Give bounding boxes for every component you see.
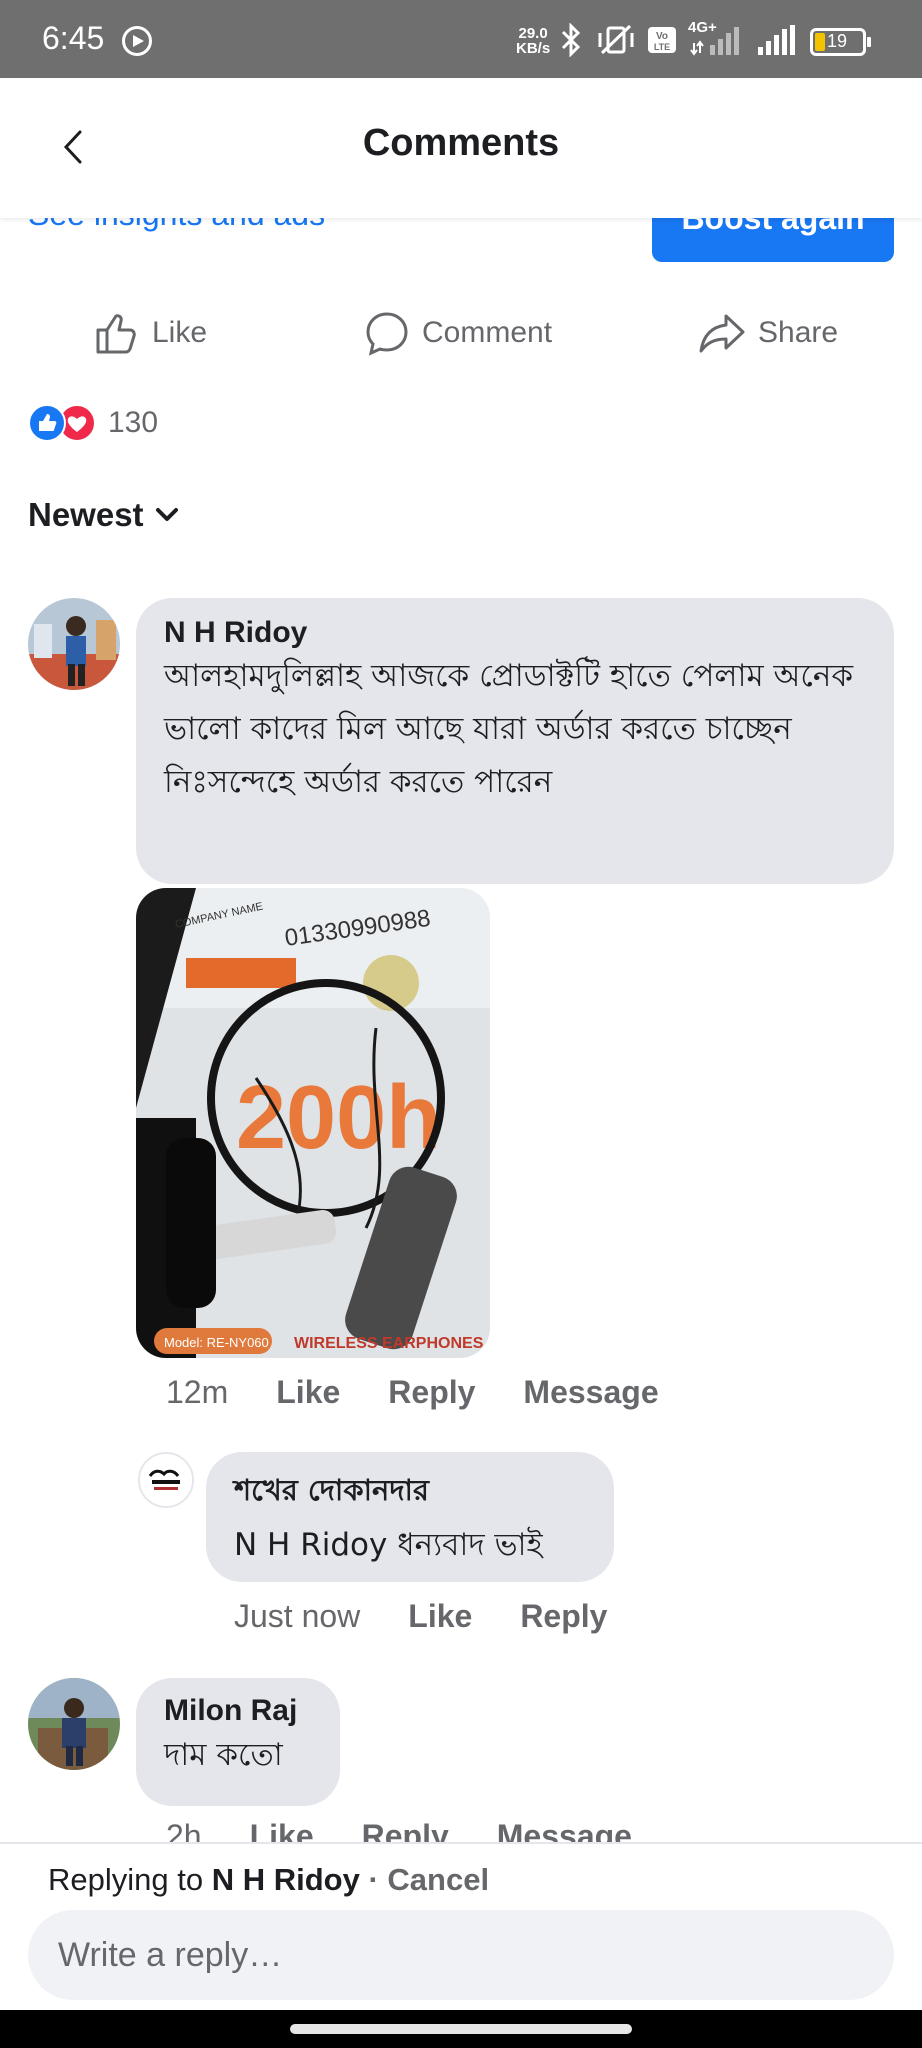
- play-icon: [122, 26, 152, 56]
- comment-bubble[interactable]: N H Ridoy আলহামদুলিল্লাহ আজকে প্রোডাক্টট…: [136, 598, 894, 884]
- reply-text: N H Ridoy ধন্যবাদ ভাই: [234, 1527, 543, 1563]
- comment-text: দাম কতো: [164, 1737, 283, 1773]
- reply-input[interactable]: [28, 1910, 894, 2000]
- network-speed: 29.0 KB/s: [516, 26, 550, 56]
- comment-meta: 12m Like Reply Message: [166, 1374, 707, 1411]
- like-reaction-icon: [28, 404, 66, 442]
- sort-dropdown[interactable]: Newest: [28, 496, 180, 534]
- comment-text: আলহামদুলিল্লাহ আজকে প্রোডাক্টটি হাতে পেল…: [164, 658, 854, 800]
- svg-text:Vo: Vo: [656, 31, 668, 42]
- comment-like-button[interactable]: Like: [276, 1374, 340, 1411]
- network-speed-value: 29.0: [518, 25, 548, 42]
- comment-label: Comment: [422, 316, 553, 349]
- system-nav-bar: [0, 2010, 922, 2048]
- share-icon: [699, 314, 745, 353]
- comment-author[interactable]: N H Ridoy: [164, 616, 866, 650]
- reply-author[interactable]: শখের দোকানদার: [234, 1468, 586, 1517]
- replying-prefix: Replying to: [48, 1862, 204, 1897]
- photo-product-text: WIRELESS EARPHONES: [294, 1335, 484, 1352]
- avatar[interactable]: [138, 1452, 194, 1508]
- reaction-summary[interactable]: 130: [28, 404, 158, 442]
- bluetooth-icon: [561, 23, 581, 57]
- signal-icon: [758, 25, 795, 55]
- svg-text:LTE: LTE: [654, 42, 670, 52]
- reply-time: Just now: [234, 1598, 361, 1634]
- shop-logo-icon: [140, 1454, 192, 1506]
- comment-author[interactable]: Milon Raj: [164, 1694, 312, 1728]
- comment-reply-button[interactable]: Reply: [388, 1374, 475, 1411]
- replying-separator: ·: [368, 1862, 379, 1897]
- comment-button[interactable]: Comment: [364, 310, 552, 356]
- home-handle[interactable]: [290, 2024, 632, 2034]
- sort-label: Newest: [28, 496, 144, 533]
- reply-reply-button[interactable]: Reply: [520, 1598, 607, 1635]
- chevron-down-icon: [155, 508, 178, 521]
- comment-time: 12m: [166, 1374, 229, 1410]
- comment-photo[interactable]: COMPANY NAME 01330990988 200h Model: RE-…: [136, 888, 490, 1358]
- reply-bubble[interactable]: শখের দোকানদার N H Ridoy ধন্যবাদ ভাই: [206, 1452, 614, 1582]
- status-bar: 6:45 29.0 KB/s Vo LTE 4G+ 19: [0, 0, 922, 78]
- photo-headline: 200h: [236, 1068, 441, 1168]
- reply-like-button[interactable]: Like: [408, 1598, 472, 1635]
- battery-icon: 19: [810, 28, 871, 56]
- like-label: Like: [152, 316, 208, 349]
- vibrate-off-icon: [598, 24, 634, 55]
- volte-icon: VoLTE: [648, 27, 676, 53]
- replying-to-banner: Replying to N H Ridoy · Cancel: [48, 1862, 489, 1898]
- share-label: Share: [758, 316, 839, 349]
- battery-level: 19: [827, 31, 848, 51]
- avatar[interactable]: [28, 598, 120, 690]
- status-icons: Vo LTE 4G+: [556, 19, 798, 60]
- photo-model-text: Model: RE-NY060: [164, 1335, 269, 1350]
- reaction-count: 130: [108, 406, 159, 439]
- page-title: Comments: [362, 122, 560, 164]
- comment-icon: [366, 312, 408, 356]
- post-actions-bar: Like Comment Share: [0, 300, 922, 370]
- signal-icon: 4G+: [688, 19, 744, 57]
- avatar[interactable]: [28, 1678, 120, 1770]
- share-button[interactable]: Share: [698, 310, 838, 356]
- reply-meta: Just now Like Reply: [234, 1598, 655, 1635]
- like-button[interactable]: Like: [94, 310, 207, 356]
- comments-header: Comments: [0, 78, 922, 218]
- replying-to-name: N H Ridoy: [211, 1862, 360, 1897]
- thumbs-up-icon: [96, 314, 136, 354]
- network-speed-unit: KB/s: [516, 40, 551, 57]
- comment-message-button[interactable]: Message: [523, 1374, 658, 1411]
- status-time: 6:45: [42, 20, 105, 56]
- comment-bubble[interactable]: Milon Raj দাম কতো: [136, 1678, 340, 1806]
- cancel-reply-button[interactable]: Cancel: [387, 1862, 489, 1897]
